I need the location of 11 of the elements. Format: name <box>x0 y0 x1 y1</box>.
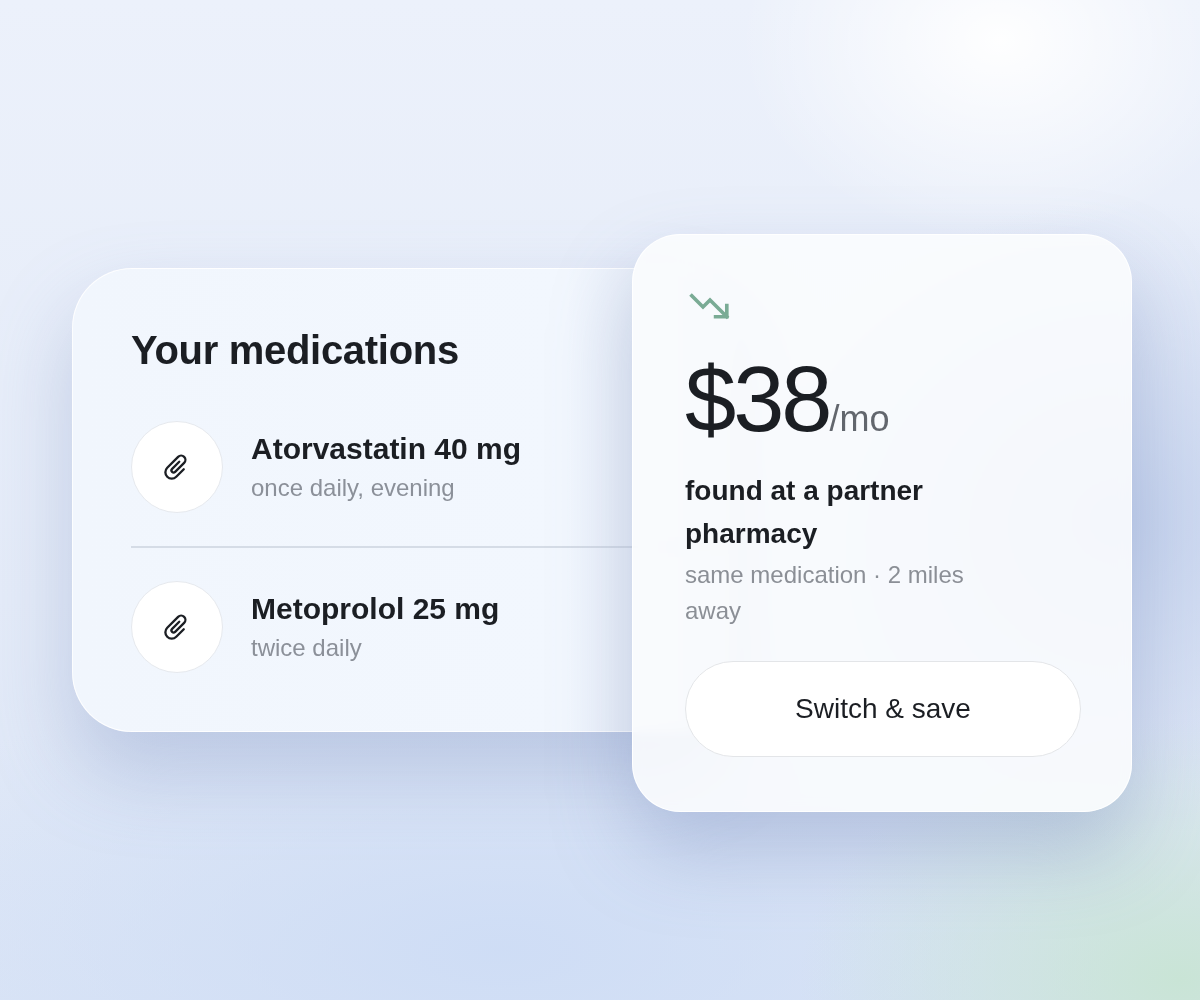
offer-detail: same medication · 2 miles away <box>685 560 965 626</box>
medication-name: Metoprolol 25 mg <box>251 590 500 627</box>
price-period: /mo <box>829 399 890 439</box>
trend-down-icon <box>689 293 731 321</box>
switch-save-button[interactable]: Switch & save <box>685 661 1081 757</box>
price-amount: $38 <box>685 349 830 449</box>
card-title: Your medications <box>131 327 459 374</box>
medication-name: Atorvastatin 40 mg <box>251 431 522 467</box>
medication-schedule: twice daily <box>251 632 363 663</box>
offer-headline: found at a partner pharmacy <box>685 474 924 551</box>
medication-schedule: once daily, evening <box>251 473 456 503</box>
